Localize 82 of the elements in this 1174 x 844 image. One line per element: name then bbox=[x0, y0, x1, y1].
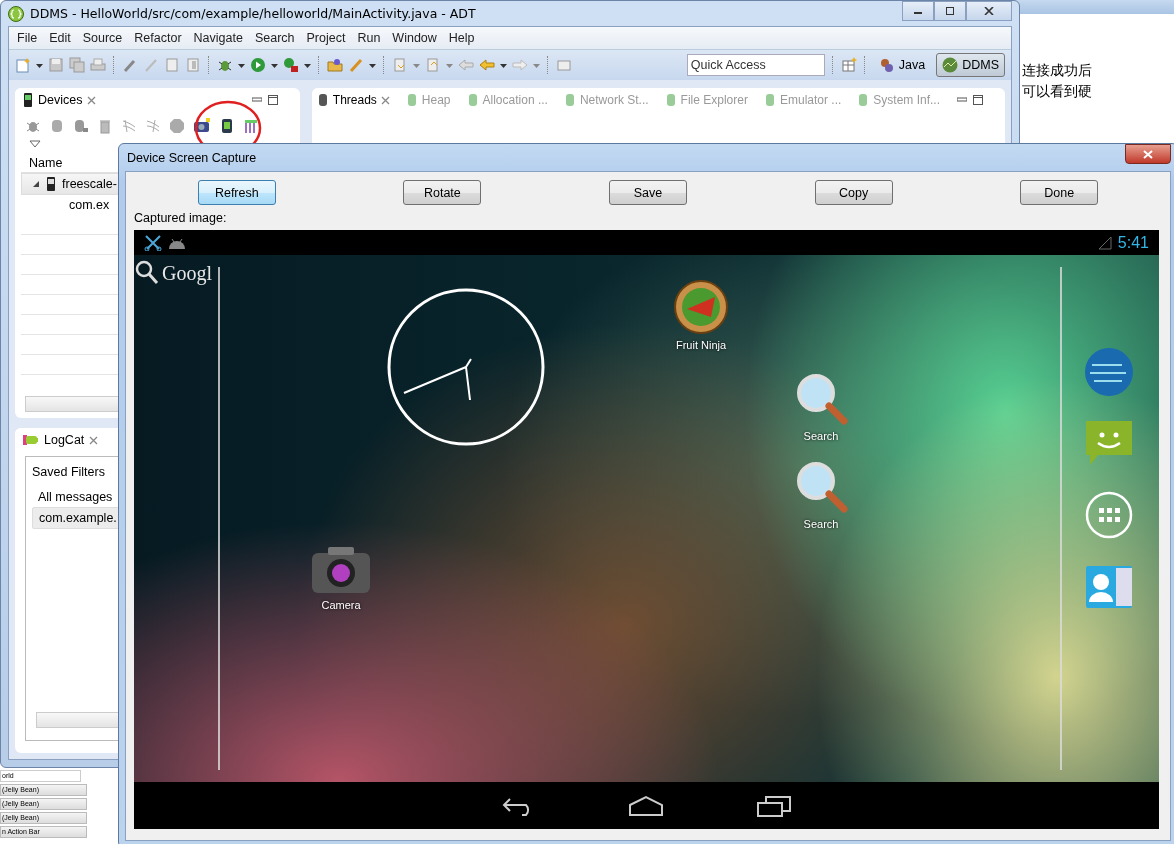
maximize-icon[interactable] bbox=[267, 95, 278, 105]
view-icon bbox=[763, 93, 776, 107]
run-tool-icon[interactable] bbox=[283, 57, 299, 73]
save-icon[interactable] bbox=[48, 57, 64, 73]
restore-button[interactable] bbox=[934, 1, 966, 21]
menu-item[interactable]: Refactor bbox=[128, 31, 188, 45]
view-menu-icon[interactable] bbox=[29, 140, 41, 148]
camera-icon[interactable] bbox=[193, 118, 211, 134]
caption-text: Captured image: bbox=[134, 211, 228, 225]
folder-icon[interactable] bbox=[327, 57, 343, 73]
scissors-icon bbox=[144, 234, 162, 251]
minimize-icon[interactable] bbox=[251, 95, 262, 105]
close-button[interactable] bbox=[1125, 144, 1171, 164]
note-text: 可以看到硬 bbox=[1022, 82, 1092, 101]
view-icon bbox=[563, 93, 576, 107]
window-title: DDMS - HelloWorld/src/com/example/helloworld/MainActivity.java - ADT bbox=[30, 6, 476, 21]
search-bar-label[interactable]: Googl bbox=[162, 261, 212, 285]
dialog-button[interactable]: Rotate bbox=[403, 180, 482, 205]
run-icon[interactable] bbox=[250, 57, 266, 73]
note-text: 连接成功后 bbox=[1022, 61, 1092, 80]
save-all-icon[interactable] bbox=[69, 57, 85, 73]
trash-icon[interactable] bbox=[97, 118, 113, 134]
app-shortcut[interactable]: Search bbox=[776, 370, 866, 442]
new-file-icon[interactable] bbox=[15, 57, 31, 73]
bar-chart-icon[interactable] bbox=[243, 118, 259, 134]
open-perspective-icon[interactable] bbox=[840, 57, 857, 73]
dialog-button[interactable]: Copy bbox=[814, 180, 893, 205]
menu-item[interactable]: File bbox=[11, 31, 44, 45]
menu-item[interactable]: Help bbox=[442, 31, 481, 45]
view-icon bbox=[857, 93, 870, 107]
logcat-icon bbox=[23, 434, 39, 446]
app-icon bbox=[8, 5, 24, 22]
printer-icon[interactable] bbox=[90, 57, 106, 73]
filters-heading: Saved Filters bbox=[32, 465, 106, 479]
app-shortcut[interactable]: Search bbox=[776, 458, 866, 530]
phone-icon bbox=[23, 92, 33, 108]
perspective-button[interactable]: Java bbox=[872, 53, 932, 77]
cylinder-icon[interactable] bbox=[49, 118, 65, 134]
close-icon bbox=[1143, 149, 1153, 159]
dialog-button[interactable]: Save bbox=[609, 180, 687, 205]
phone-icon bbox=[46, 176, 56, 192]
home-icon[interactable] bbox=[627, 794, 664, 817]
dialog-button[interactable]: Refresh bbox=[197, 180, 276, 205]
menu-item[interactable]: Search bbox=[248, 31, 301, 45]
clock-time: 5:41 bbox=[1117, 233, 1149, 252]
app-shortcut[interactable]: Camera bbox=[296, 545, 386, 611]
perspective-button[interactable]: DDMS bbox=[936, 53, 1005, 77]
globe-icon[interactable] bbox=[1084, 347, 1134, 397]
menu-item[interactable]: Project bbox=[300, 31, 352, 45]
menu-item[interactable]: Edit bbox=[43, 31, 77, 45]
dialog-button[interactable]: Done bbox=[1020, 180, 1099, 205]
close-icon[interactable] bbox=[87, 95, 97, 105]
minimize-button[interactable] bbox=[902, 1, 934, 21]
dialog-title: Device Screen Capture bbox=[127, 150, 257, 165]
expand-toggle-icon[interactable] bbox=[32, 180, 40, 188]
close-button[interactable] bbox=[966, 1, 1012, 21]
recent-apps-icon[interactable] bbox=[755, 794, 792, 817]
signal-icon bbox=[1097, 235, 1112, 250]
view-icon bbox=[316, 93, 329, 107]
menu-item[interactable]: Run bbox=[351, 31, 387, 45]
ddms-perspective-icon bbox=[942, 57, 959, 73]
view-icon bbox=[664, 93, 677, 107]
app-shortcut[interactable]: Fruit Ninja bbox=[656, 279, 746, 351]
minimize-icon[interactable] bbox=[957, 95, 967, 105]
menu-item[interactable]: Window bbox=[386, 31, 443, 45]
restore-icon bbox=[945, 7, 955, 15]
phone-screen-icon[interactable] bbox=[219, 118, 235, 134]
close-icon[interactable] bbox=[380, 95, 390, 105]
menu-item[interactable]: Source bbox=[76, 31, 129, 45]
maximize-icon[interactable] bbox=[973, 95, 983, 105]
close-icon[interactable] bbox=[89, 435, 99, 445]
cylinder-icon[interactable] bbox=[73, 118, 89, 134]
view-icon bbox=[405, 93, 418, 107]
stop-icon[interactable] bbox=[169, 118, 185, 134]
app-drawer-icon[interactable] bbox=[1084, 490, 1134, 540]
close-icon bbox=[984, 7, 994, 15]
search-icon[interactable] bbox=[134, 259, 160, 287]
view-icon bbox=[466, 93, 479, 107]
menu-item[interactable]: Navigate bbox=[187, 31, 249, 45]
arrow-left-icon[interactable] bbox=[479, 57, 495, 73]
java-perspective-icon bbox=[878, 57, 895, 73]
quick-access-field[interactable]: Quick Access bbox=[686, 54, 825, 76]
